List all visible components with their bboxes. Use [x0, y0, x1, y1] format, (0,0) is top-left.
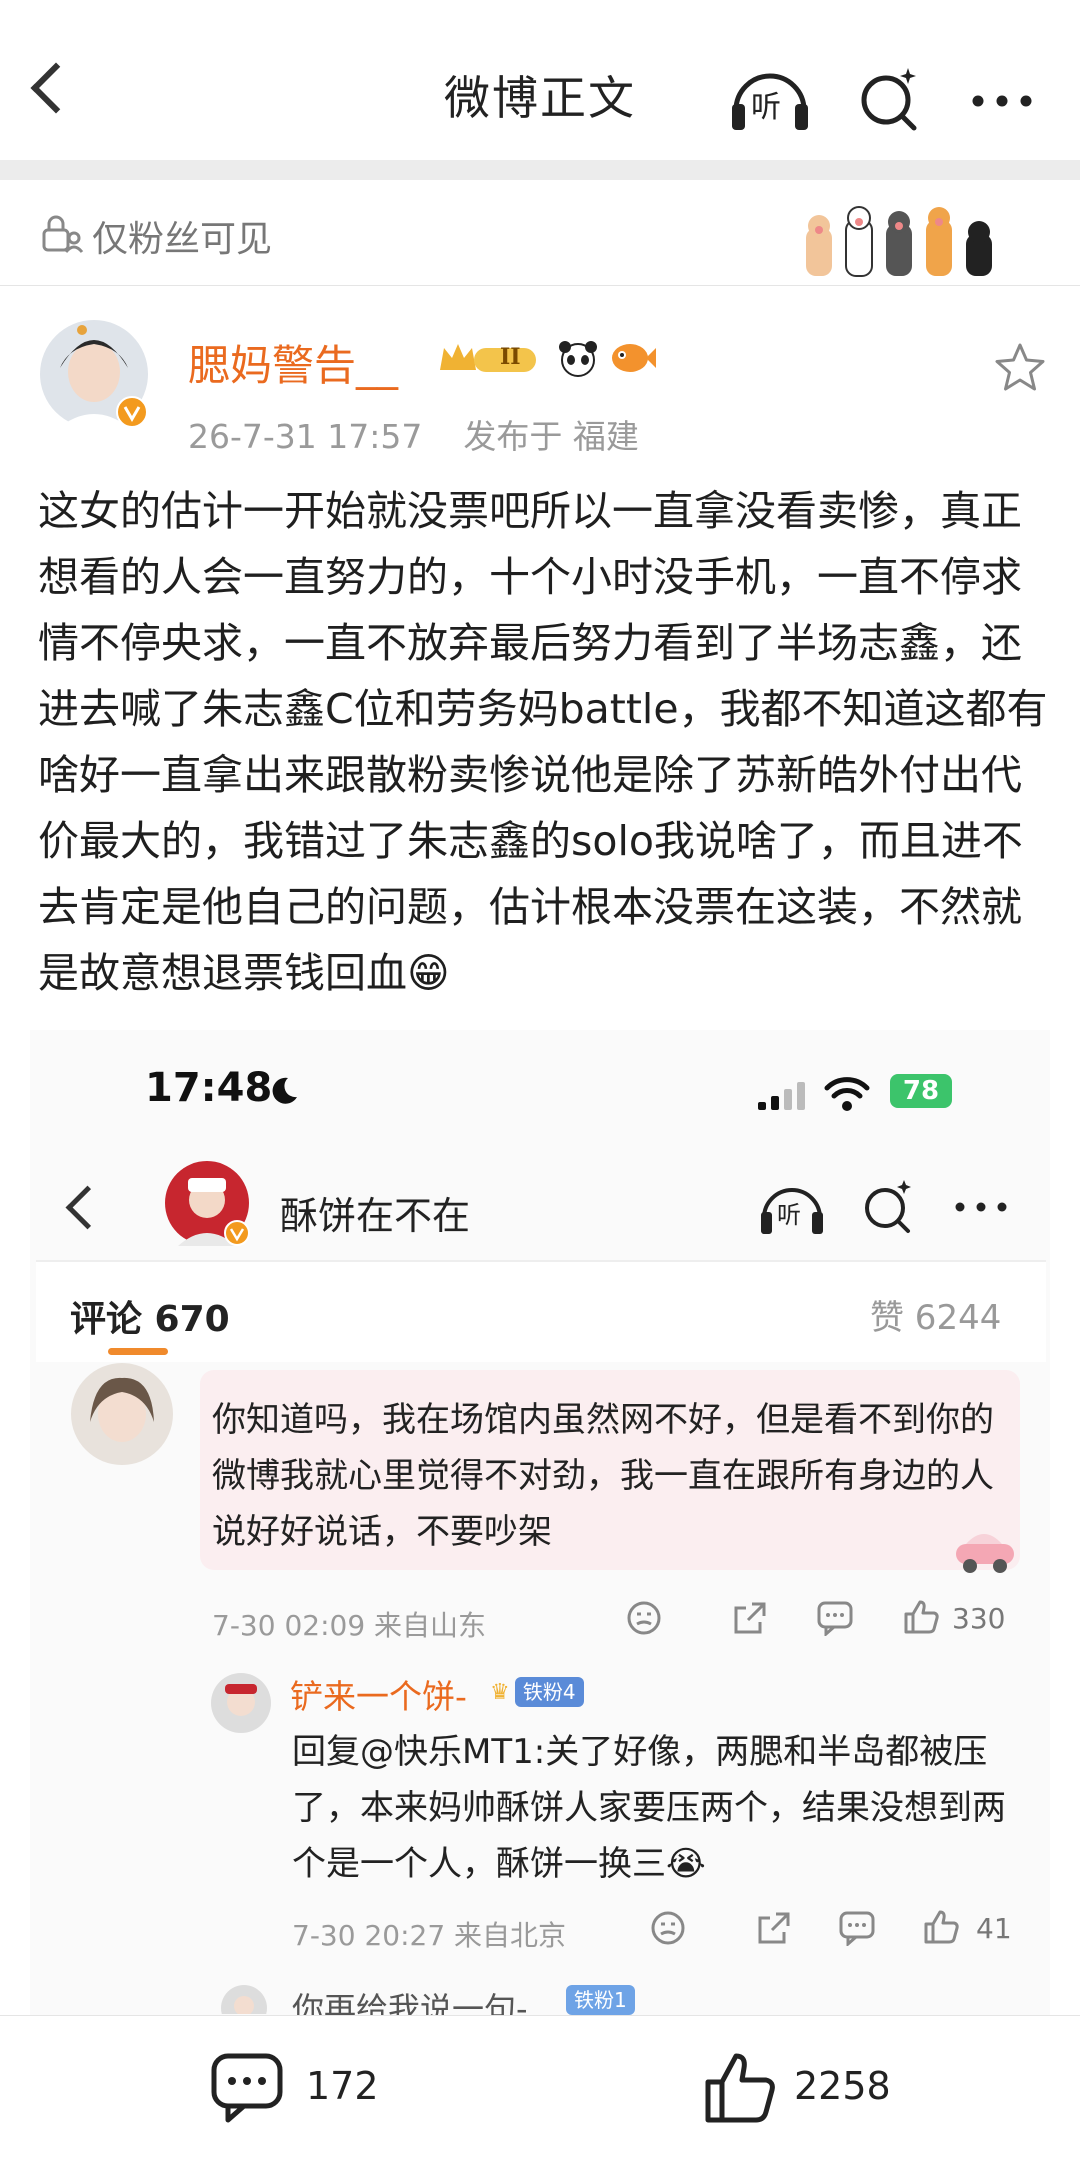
author-name[interactable]: 腮妈警告__ [188, 332, 398, 393]
reply-like-icon[interactable] [922, 1908, 960, 1946]
comment-count: 172 [306, 2064, 379, 2108]
reply-emoji-icon[interactable] [650, 1910, 686, 1946]
member-level: II [500, 344, 521, 370]
reply2-avatar[interactable] [220, 1984, 268, 2014]
comment-meta: 7-30 02:09 来自山东 [212, 1609, 487, 1642]
verified-badge-icon [116, 396, 148, 428]
reply2-fan-level: 铁粉1 [566, 1985, 635, 2015]
reply-share-icon[interactable] [756, 1910, 792, 1946]
star-favorite-icon[interactable] [994, 342, 1046, 392]
member-badge: II [436, 338, 544, 378]
commenter-avatar-image [71, 1363, 173, 1465]
lock-people-icon [42, 215, 84, 253]
crown-icon [440, 344, 536, 372]
tab-comments[interactable]: 评论 670 [70, 1290, 230, 1342]
cat-paws-decoration-icon [806, 206, 992, 277]
comment-icon [211, 2053, 283, 2123]
wifi-icon [824, 1077, 870, 1111]
section-divider [0, 160, 1080, 180]
comment-like-count: 330 [952, 1602, 1006, 1635]
reply-avatar-image [211, 1673, 271, 1733]
search-button[interactable] [856, 62, 922, 134]
comment-button[interactable]: 172 [210, 2052, 390, 2124]
crown-mini-icon: ♛ [490, 1680, 510, 1705]
fans-only-label: 仅粉丝可见 [92, 219, 273, 260]
tab-active-indicator [108, 1348, 168, 1355]
post-body-text: 这女的估计一开始就没票吧所以一直拿没看卖惨，真正想看的人会一直努力的，十个小时没… [38, 487, 1048, 997]
panda-icon [556, 338, 600, 378]
reply-like-count: 41 [976, 1912, 1012, 1945]
reply2-fan-badge: 铁粉1 [566, 1984, 635, 2015]
inner-search-button[interactable] [860, 1176, 916, 1236]
moon-icon [272, 1077, 297, 1104]
comment-reply-icon[interactable] [816, 1600, 854, 1636]
post-timestamp: 26-7-31 17:57 [188, 417, 423, 456]
reply-reply-icon[interactable] [838, 1910, 876, 1946]
car-sticker-icon [956, 1534, 1014, 1573]
status-time: 17:48 [145, 1065, 273, 1111]
thumbs-up-icon [705, 2053, 775, 2123]
comment-share-icon[interactable] [732, 1600, 768, 1636]
comment-text: 你知道吗，我在场馆内虽然网不好，但是看不到你的微博我就心里觉得不对劲，我一直在跟… [212, 1400, 994, 1552]
post-location: 发布于 福建 [463, 417, 639, 456]
reply-fan-badge: ♛ 铁粉4 [490, 1676, 584, 1707]
more-menu-icon[interactable] [972, 92, 1032, 107]
like-count: 2258 [794, 2064, 891, 2108]
reply2-avatar-image [221, 1985, 267, 2014]
comment-emoji-icon[interactable] [626, 1600, 662, 1636]
reply-avatar[interactable] [210, 1672, 272, 1734]
reply-username[interactable]: 铲来一个饼- [290, 1670, 467, 1718]
reply2-username[interactable]: 你再给我说一句- [292, 1984, 528, 2016]
commenter-avatar[interactable] [70, 1362, 174, 1466]
inner-verified-badge-icon [224, 1220, 250, 1246]
listen-label: 听 [751, 90, 781, 125]
inner-listen-label: 听 [777, 1201, 801, 1229]
post-meta: 26-7-31 17:57 发布于 福建 [188, 410, 639, 458]
fish-icon [608, 338, 656, 378]
battery-indicator: 78 [890, 1074, 952, 1108]
like-button[interactable]: 2258 [702, 2050, 922, 2126]
search-icon [861, 68, 917, 131]
inner-search-icon [865, 1180, 911, 1233]
reply-fan-level: 铁粉4 [514, 1677, 584, 1707]
inner-more-menu-icon[interactable] [955, 1202, 1007, 1212]
inner-nav-title: 酥饼在不在 [280, 1194, 471, 1238]
reply-text: 回复@快乐MT1:关了好像，两腮和半岛都被压了，本来妈帅酥饼人家要压两个，结果没… [292, 1732, 1006, 1884]
inner-avatar[interactable] [164, 1160, 250, 1246]
reply-meta: 7-30 20:27 来自北京 [292, 1919, 567, 1952]
signal-icon [758, 1082, 805, 1110]
tab-likes[interactable]: 赞 6244 [870, 1290, 1001, 1339]
author-avatar[interactable] [38, 318, 150, 430]
comment-like-icon[interactable] [902, 1598, 940, 1636]
